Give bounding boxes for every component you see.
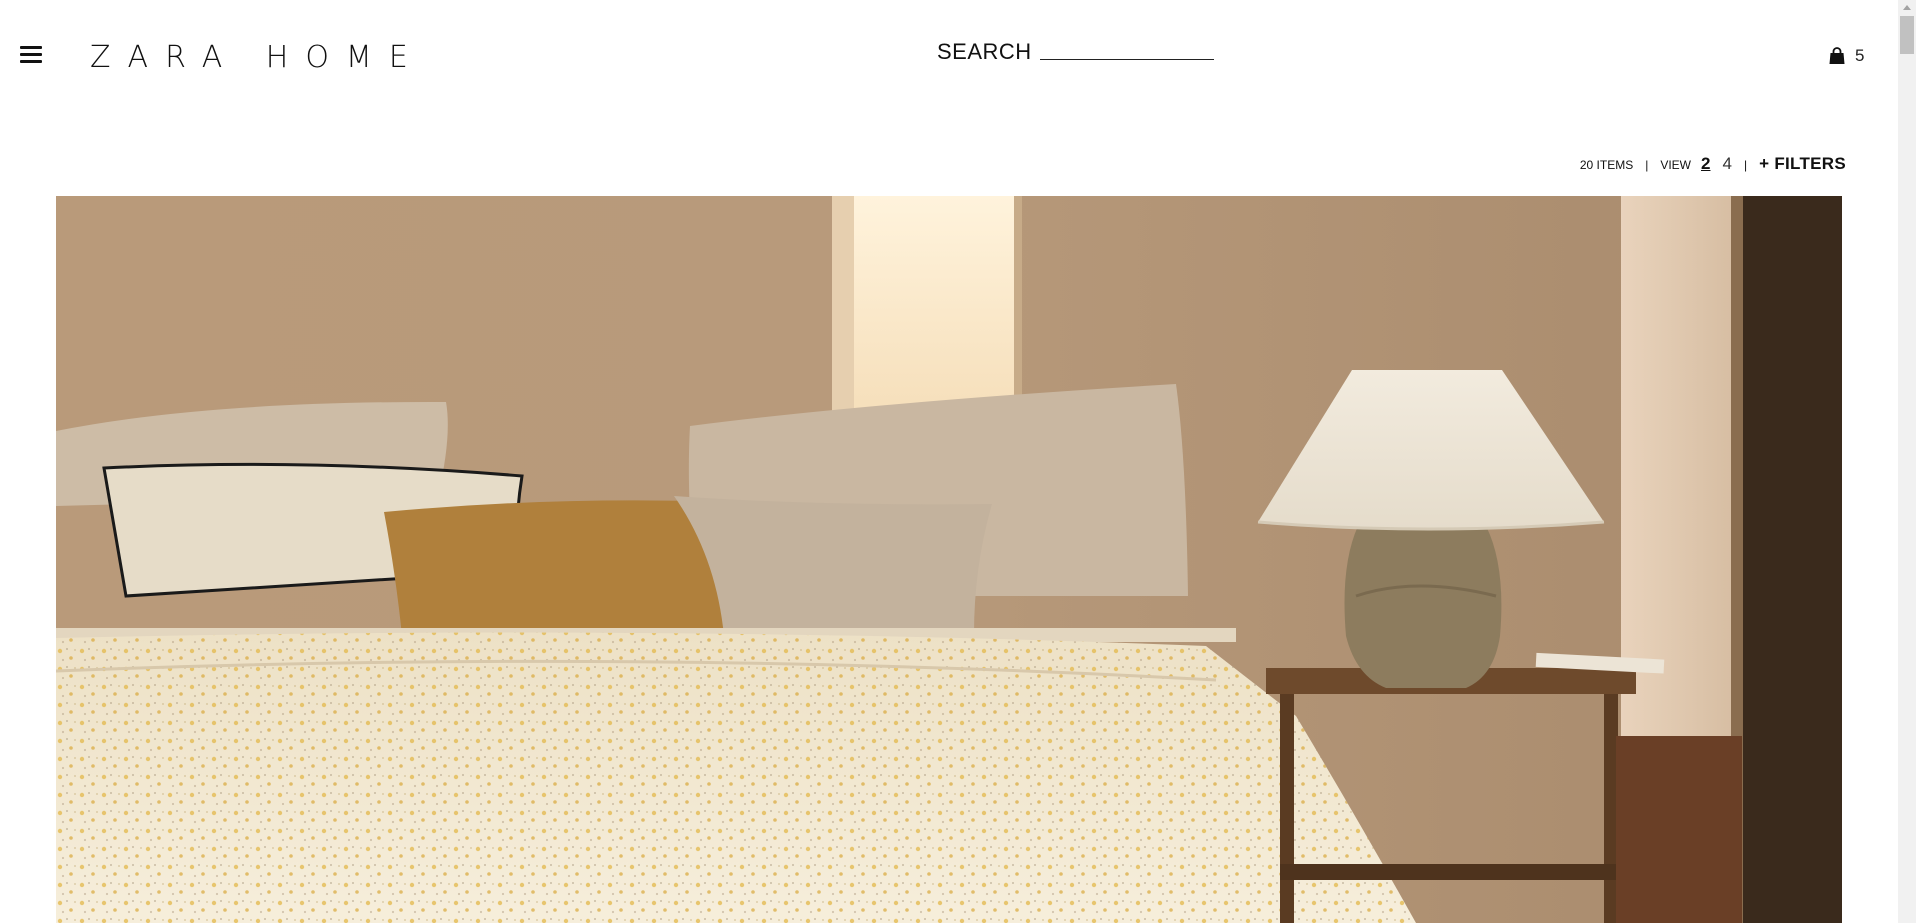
divider: | bbox=[1743, 158, 1748, 172]
view-label: VIEW bbox=[1660, 158, 1692, 172]
scroll-thumb[interactable] bbox=[1900, 16, 1914, 54]
page-scrollbar[interactable] bbox=[1898, 0, 1916, 923]
filters-button[interactable]: + FILTERS bbox=[1759, 154, 1846, 174]
shopping-bag-icon bbox=[1828, 47, 1846, 65]
search-input-underline[interactable] bbox=[1039, 58, 1214, 60]
view-option-4[interactable]: 4 bbox=[1722, 154, 1731, 174]
items-count: 20 ITEMS bbox=[1579, 158, 1634, 172]
cart-button[interactable]: 5 bbox=[1828, 46, 1864, 66]
listing-toolbar: 20 ITEMS | VIEW 2 4 | + FILTERS bbox=[1580, 154, 1846, 174]
menu-icon[interactable] bbox=[20, 46, 42, 64]
brand-logo[interactable]: ZARA HOME bbox=[90, 40, 425, 76]
search-label: SEARCH bbox=[937, 39, 1032, 64]
search-field[interactable]: SEARCH bbox=[937, 38, 1214, 66]
scroll-up-arrow-icon[interactable] bbox=[1898, 0, 1916, 14]
cart-count: 5 bbox=[1855, 46, 1865, 65]
view-option-2[interactable]: 2 bbox=[1701, 154, 1710, 174]
divider: | bbox=[1645, 158, 1649, 172]
hero-image[interactable] bbox=[56, 196, 1842, 923]
